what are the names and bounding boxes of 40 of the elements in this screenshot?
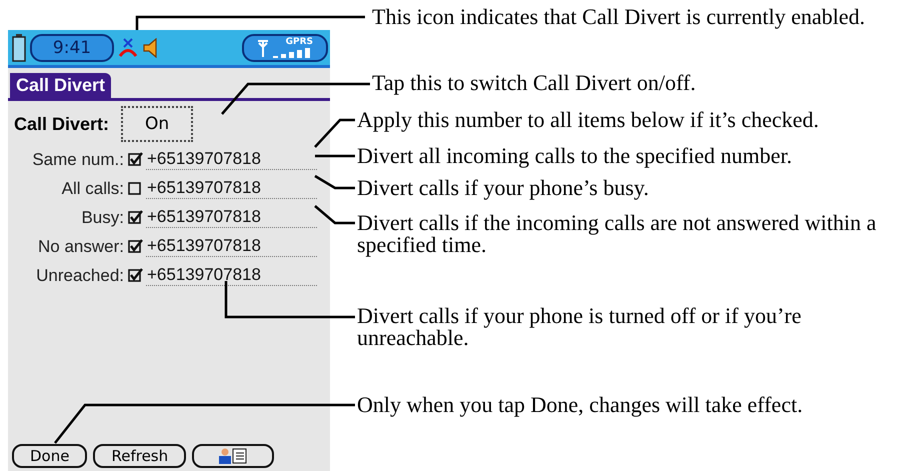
time-display[interactable]: 9:41 — [30, 34, 114, 62]
checkbox[interactable] — [128, 210, 143, 225]
screen-title: Call Divert — [10, 73, 112, 98]
leader-line — [315, 154, 355, 158]
leader-line — [314, 118, 355, 148]
callout-text: Divert all incoming calls to the specified number. — [357, 145, 793, 167]
phone-number-field[interactable]: +65139707818 — [146, 207, 317, 228]
callout-text: Divert calls if your phone’s busy. — [357, 177, 650, 199]
callout-text: Apply this number to all items below if it’s checked. — [357, 109, 820, 131]
action-button[interactable]: Done — [12, 444, 88, 468]
toggle-button[interactable]: On — [121, 106, 194, 142]
checkbox[interactable] — [128, 239, 143, 254]
row-label: Unreached: — [35, 266, 125, 286]
contacts-button[interactable] — [192, 444, 274, 468]
callout-text: Only when you tap Done, changes will take effect. — [357, 394, 804, 416]
battery-icon — [12, 34, 26, 62]
callout-text: This icon indicates that Call Divert is currently enabled. — [372, 6, 866, 28]
phone-divert-icon — [118, 36, 138, 58]
row-label: Busy: — [80, 208, 125, 228]
action-button[interactable]: Refresh — [93, 444, 186, 468]
row-label: Same num.: — [31, 150, 125, 170]
checkbox[interactable] — [128, 268, 143, 283]
leader-line — [314, 205, 355, 224]
callout-text: Divert calls if your phone is turned off or if you’re unreachable. — [357, 305, 802, 349]
callout-text: Tap this to switch Call Divert on/off. — [372, 72, 697, 94]
signal-bars-icon — [273, 48, 313, 58]
checkbox[interactable] — [128, 181, 143, 196]
callout-text: Divert calls if the incoming calls are not answered within a specified time. — [357, 212, 878, 256]
row-label: All calls: — [60, 178, 125, 198]
phone-number-field[interactable]: +65139707818 — [146, 236, 317, 257]
phone-number-field[interactable]: +65139707818 — [146, 178, 317, 199]
phone-number-field[interactable]: +65139707818 — [146, 265, 317, 286]
phone-number-field[interactable]: +65139707818 — [146, 149, 317, 170]
contact-card-icon — [218, 448, 248, 464]
row-label: No answer: — [37, 236, 125, 256]
antenna-icon — [257, 38, 269, 56]
checkbox[interactable] — [128, 152, 143, 167]
network-type: GPRS — [286, 37, 313, 47]
call-divert-label: Call Divert: — [14, 114, 110, 134]
leader-line — [314, 174, 355, 190]
